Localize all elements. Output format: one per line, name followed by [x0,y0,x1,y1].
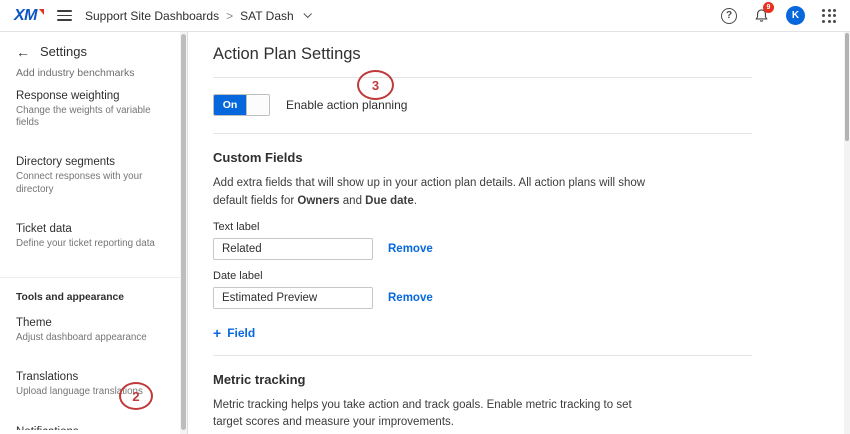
avatar[interactable]: K [786,6,805,25]
back-arrow-icon[interactable]: ← [16,45,30,59]
action-planning-row: On Enable action planning [213,94,752,116]
due-date-bold: Due date [365,195,414,207]
xm-logo[interactable]: XM [14,7,44,25]
sidebar-item-ticket-data[interactable]: Ticket data Define your ticket reporting… [0,215,187,269]
dot [833,20,836,23]
dot [833,9,836,12]
breadcrumb-current[interactable]: SAT Dash [240,9,294,23]
xm-logo-text: XM [14,7,37,24]
custom-fields-heading: Custom Fields [213,150,752,165]
annotation-circle-2: 2 [119,382,153,410]
apps-grid-icon[interactable] [822,9,836,23]
text-label-caption: Text label [213,221,752,233]
sidebar-item-benchmarks[interactable]: Add industry benchmarks [0,68,187,82]
sidebar-header: ← Settings [0,32,187,68]
dot [822,14,825,17]
sidebar-item-label: Translations [16,371,171,383]
sidebar-item-response-weighting[interactable]: Response weighting Change the weights of… [0,82,187,148]
page-title: Action Plan Settings [213,45,752,64]
sidebar-item-directory-segments[interactable]: Directory segments Connect responses wit… [0,148,187,214]
remove-date-field-link[interactable]: Remove [388,292,433,304]
sidebar-scroll-area: Add industry benchmarks Response weighti… [0,68,187,430]
scrollbar-thumb[interactable] [181,34,186,430]
sidebar-item-label: Response weighting [16,90,171,102]
plus-icon: + [213,326,221,340]
sidebar-item-desc: Define your ticket reporting data [16,238,171,250]
dot [828,14,831,17]
divider [213,355,752,356]
top-bar: XM Support Site Dashboards > SAT Dash ? … [0,0,850,32]
divider [213,77,752,78]
dot [822,9,825,12]
notifications-bell[interactable]: 9 [754,8,769,23]
breadcrumb: Support Site Dashboards > SAT Dash [85,9,310,23]
sidebar-item-label: Notifications [16,426,171,430]
metric-tracking-heading: Metric tracking [213,372,752,387]
app-window: XM Support Site Dashboards > SAT Dash ? … [0,0,850,32]
add-field-button[interactable]: + Field [213,326,255,340]
sidebar-section-tools: Tools and appearance [0,277,187,309]
sidebar-item-label: Add industry benchmarks [16,68,171,79]
scrollbar-thumb[interactable] [845,33,849,141]
date-label-input[interactable] [213,287,373,309]
chevron-down-icon[interactable] [303,9,311,17]
text-label-row: Remove [213,238,752,260]
sidebar-scrollbar[interactable] [180,32,187,434]
divider [213,133,752,134]
breadcrumb-root[interactable]: Support Site Dashboards [85,9,219,23]
notification-badge: 9 [763,2,774,13]
metric-tracking-section: Metric tracking Metric tracking helps yo… [213,372,752,434]
custom-fields-section: Custom Fields Add extra fields that will… [213,150,752,355]
settings-title: Settings [40,44,87,59]
text-label-input[interactable] [213,238,373,260]
annotation-circle-3: 3 [357,70,394,100]
main-content: Action Plan Settings On Enable action pl… [189,32,850,434]
sidebar-item-label: Ticket data [16,223,171,235]
sidebar-item-notifications[interactable]: Notifications Receive alerts about metri… [0,418,187,430]
topbar-actions: ? 9 K [721,6,836,25]
dot [833,14,836,17]
sidebar-item-theme[interactable]: Theme Adjust dashboard appearance [0,309,187,363]
toggle-knob [246,95,269,115]
logo-accent [39,9,44,15]
settings-sidebar: ← Settings Add industry benchmarks Respo… [0,32,188,434]
action-planning-toggle[interactable]: On [213,94,270,116]
action-planning-label: Enable action planning [286,98,407,112]
toggle-on-label: On [214,95,246,115]
sidebar-item-translations[interactable]: Translations Upload language translation… [0,363,187,417]
date-label-row: Remove [213,287,752,309]
date-label-caption: Date label [213,270,752,282]
dot [822,20,825,23]
metric-tracking-description: Metric tracking helps you take action an… [213,397,660,433]
owners-bold: Owners [297,195,339,207]
help-icon[interactable]: ? [721,8,737,24]
dot [828,20,831,23]
add-field-label: Field [227,326,255,340]
breadcrumb-separator: > [226,9,233,23]
page-scrollbar[interactable] [844,32,850,434]
sidebar-item-label: Theme [16,317,171,329]
dot [828,9,831,12]
sidebar-item-desc: Adjust dashboard appearance [16,332,171,344]
sidebar-item-label: Directory segments [16,156,171,168]
sidebar-item-desc: Connect responses with your directory [16,171,171,195]
hamburger-menu-icon[interactable] [57,10,72,21]
custom-fields-description: Add extra fields that will show up in yo… [213,175,660,211]
remove-text-field-link[interactable]: Remove [388,243,433,255]
sidebar-item-desc: Change the weights of variable fields [16,105,171,129]
